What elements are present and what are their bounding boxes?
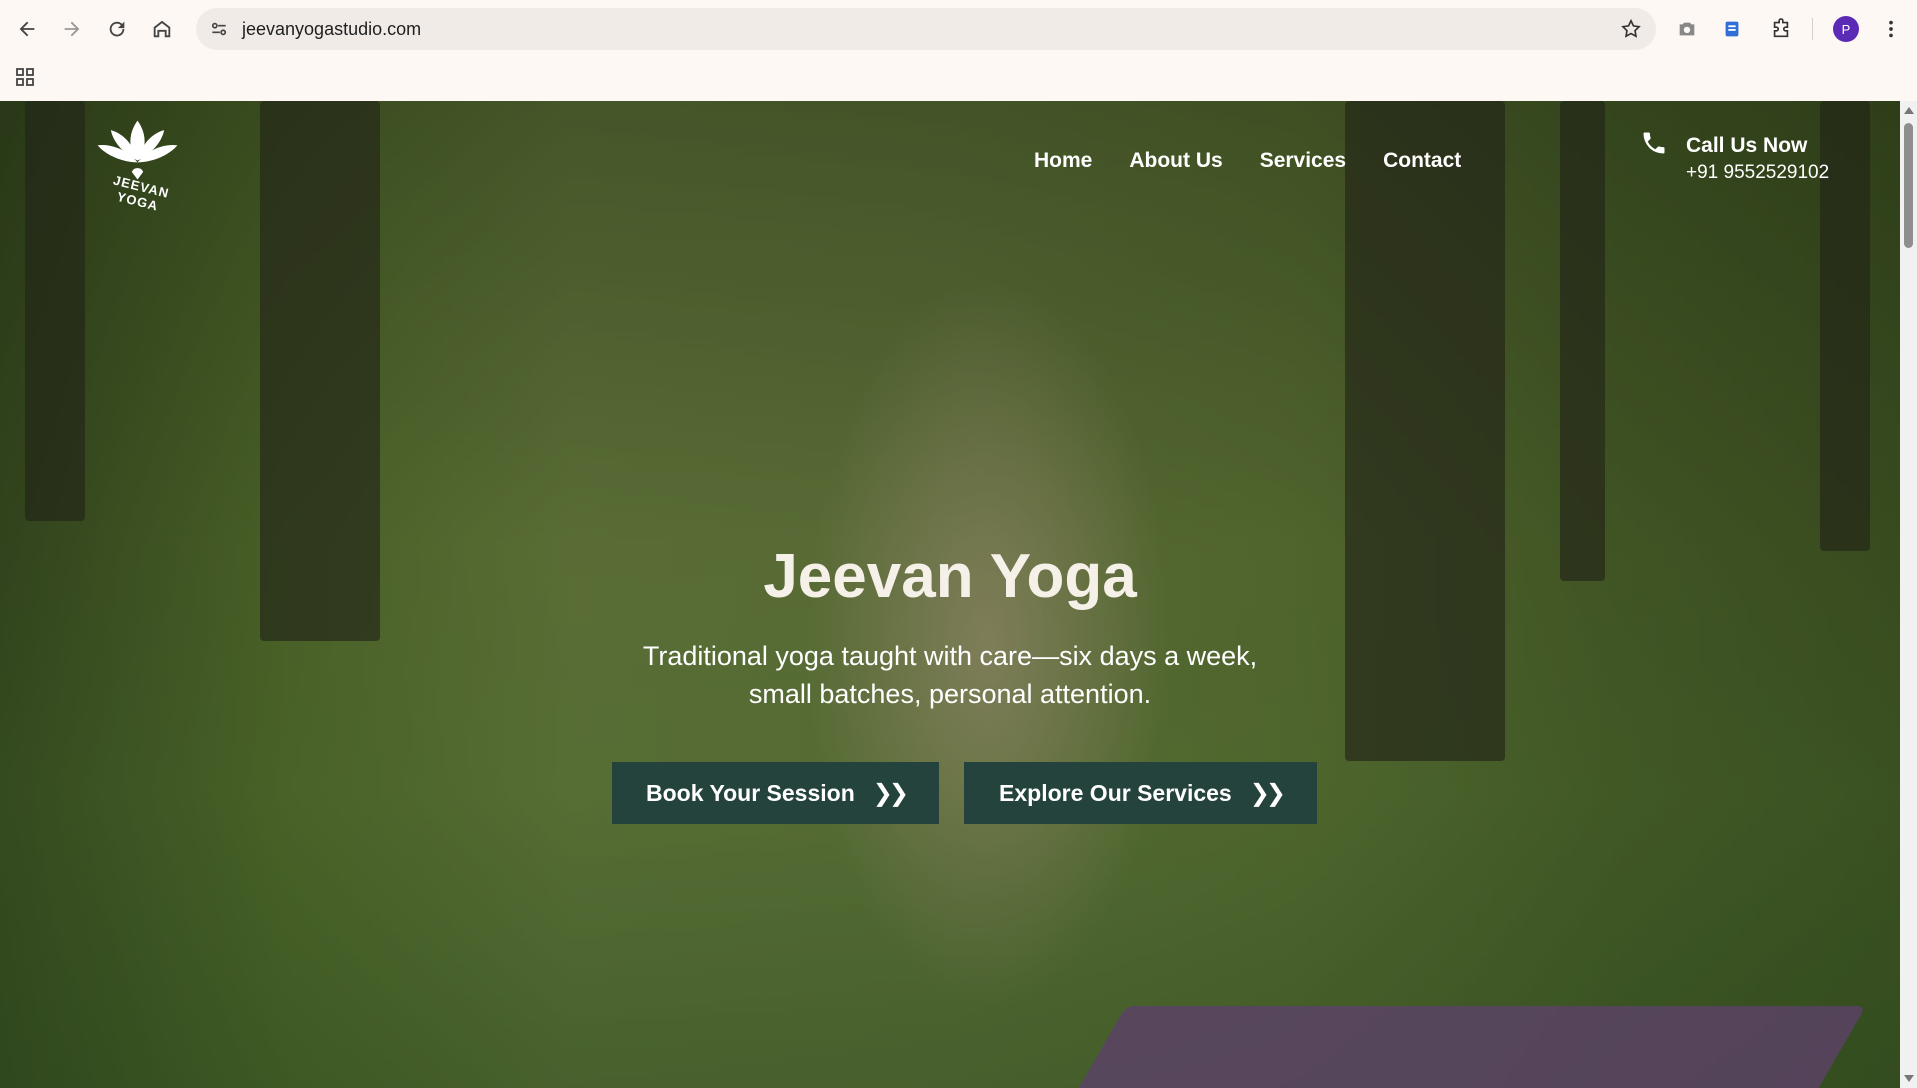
bookmark-star-icon [1621,18,1641,38]
profile-avatar[interactable]: P [1833,16,1859,42]
hero-subtitle-line-1: Traditional yoga taught with care—six da… [642,641,1258,671]
reload-button[interactable] [100,12,134,46]
bookmark-button[interactable] [1618,16,1644,42]
extension-button[interactable] [1715,12,1749,46]
back-button[interactable] [10,12,44,46]
scrollbar-thumb[interactable] [1904,123,1913,248]
double-chevron-right-icon: ❯❯ [1249,779,1286,807]
hero-title: Jeevan Yoga [763,542,1137,611]
scroll-down-arrow[interactable] [1904,1075,1914,1082]
toolbar-divider [1812,18,1813,40]
call-number[interactable]: +91 9552529102 [1686,162,1829,184]
hero-subtitle-line-2: small batches, personal attention. [748,679,1152,709]
back-icon [19,21,35,37]
forward-button[interactable] [55,12,89,46]
nav-services[interactable]: Services [1260,149,1346,173]
apps-button[interactable] [10,62,40,92]
explore-services-button[interactable]: Explore Our Services ❯❯ [964,762,1317,824]
phone-icon [1643,132,1665,154]
url-text[interactable]: jeevanyogastudio.com [242,19,421,40]
screenshot-button[interactable] [1670,12,1704,46]
page-scrollbar[interactable] [1900,101,1917,1088]
browser-menu-button[interactable] [1874,12,1908,46]
extension-icon [1725,21,1739,37]
nav-home[interactable]: Home [1034,149,1092,173]
camera-icon [1679,22,1695,36]
home-icon [153,20,171,38]
double-chevron-right-icon: ❯❯ [872,779,909,807]
home-button[interactable] [145,12,179,46]
browser-toolbar: jeevanyogastudio.com P [0,0,1917,101]
call-label: Call Us Now [1686,134,1808,157]
call-us-block[interactable]: Call Us Now +91 9552529102 [1640,129,1840,189]
book-session-button[interactable]: Book Your Session ❯❯ [612,762,939,824]
scroll-up-arrow[interactable] [1904,107,1914,114]
page-viewport: JEEVAN YOGA Home About Us Services Conta… [0,101,1900,1088]
book-session-label: Book Your Session [646,779,855,806]
main-nav: Home About Us Services Contact [1034,149,1461,173]
explore-services-label: Explore Our Services [999,779,1232,806]
forward-icon [64,21,80,37]
reload-icon [109,21,125,37]
address-bar[interactable]: jeevanyogastudio.com [196,8,1656,50]
extensions-menu-button[interactable] [1764,12,1798,46]
nav-contact[interactable]: Contact [1383,149,1461,173]
hero-subtitle: Traditional yoga taught with care—six da… [580,637,1320,713]
site-info-icon [211,22,227,36]
nav-about-us[interactable]: About Us [1129,149,1222,173]
puzzle-icon [1773,18,1789,38]
menu-icon [1889,20,1893,38]
apps-grid-icon [16,68,34,86]
site-info-button[interactable] [204,14,234,44]
